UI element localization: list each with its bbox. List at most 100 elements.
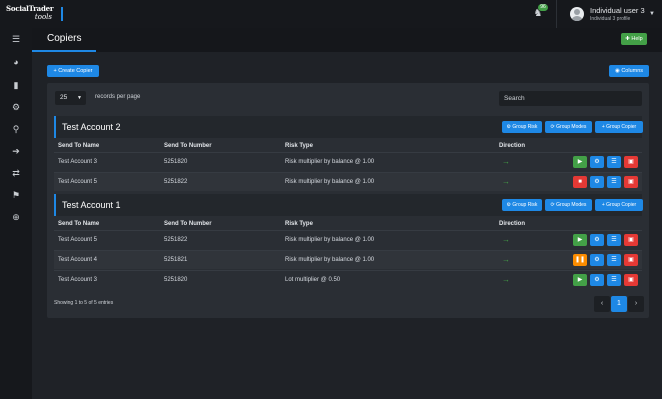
globe-icon[interactable]: ⊕ — [0, 210, 32, 224]
list-button[interactable]: ☰ — [607, 254, 621, 266]
list-button[interactable]: ☰ — [607, 176, 621, 188]
dashboard-icon[interactable]: ◕ — [0, 55, 32, 69]
settings-button[interactable]: ⚙ — [590, 156, 604, 168]
direction-arrow-icon: → — [502, 235, 510, 244]
table-row: Test Account 5 5251822 Risk multiplier b… — [54, 172, 642, 191]
search-input[interactable] — [499, 91, 642, 106]
column-header[interactable]: Direction — [499, 143, 525, 149]
help-button[interactable]: ✚ Help — [621, 33, 647, 45]
risk-type: Risk multiplier by balance @ 1.00 — [285, 159, 375, 165]
play-button[interactable]: ▶ — [573, 274, 587, 286]
list-button[interactable]: ☰ — [607, 274, 621, 286]
delete-button[interactable]: ▣ — [624, 156, 638, 168]
direction-arrow-icon: → — [502, 275, 510, 284]
logo-line2: tools — [34, 13, 52, 21]
send-to-number: 5251820 — [164, 159, 188, 165]
pagination-prev-button[interactable]: ‹ — [594, 296, 610, 312]
column-header[interactable]: Risk Type — [285, 221, 313, 227]
group-header: Test Account 1 ⚙ Group Risk ⟳ Group Mode… — [54, 194, 643, 216]
column-header[interactable]: Risk Type — [285, 143, 313, 149]
page-size-select[interactable]: 25 ▼ — [55, 91, 86, 105]
send-to-name: Test Account 3 — [58, 277, 98, 283]
delete-button[interactable]: ▣ — [624, 254, 638, 266]
page-title: Copiers — [47, 33, 82, 44]
table-row: Test Account 3 5251820 Risk multiplier b… — [54, 152, 642, 171]
send-to-number: 5251822 — [164, 237, 188, 243]
send-to-name: Test Account 4 — [58, 257, 98, 263]
group-modes-button[interactable]: ⟳ Group Modes — [545, 121, 592, 133]
risk-type: Risk multiplier by balance @ 1.00 — [285, 257, 375, 263]
top-bar — [0, 0, 662, 28]
group-modes-label: Group Modes — [556, 124, 587, 130]
play-button[interactable]: ▶ — [573, 234, 587, 246]
user-name[interactable]: Individual user 3 — [590, 6, 645, 15]
delete-button[interactable]: ▣ — [624, 274, 638, 286]
play-button[interactable]: ▶ — [573, 156, 587, 168]
send-to-number: 5251820 — [164, 277, 188, 283]
send-to-number: 5251822 — [164, 179, 188, 185]
column-header[interactable]: Direction — [499, 221, 525, 227]
sidebar: ☰ ◕ ▮ ⚙ ⚲ ➔ ⇄ ⚑ ⊕ — [0, 28, 32, 399]
risk-type: Risk multiplier by balance @ 1.00 — [285, 179, 375, 185]
pagination-next-button[interactable]: › — [628, 296, 644, 312]
entries-info: Showing 1 to 5 of 5 entries — [54, 300, 114, 306]
pause-button[interactable]: ❚❚ — [573, 254, 587, 266]
exchange-icon[interactable]: ⇄ — [0, 166, 32, 180]
direction-arrow-icon: → — [502, 157, 510, 166]
chevron-down-icon: ▼ — [77, 95, 82, 101]
table-header: Send To Name Send To Number Risk Type Di… — [54, 141, 642, 152]
logo[interactable]: SocialTrader tools — [6, 5, 66, 23]
group-risk-button[interactable]: ⚙ Group Risk — [502, 121, 542, 133]
group-copier-button[interactable]: + Group Copier — [595, 121, 643, 133]
table-row: Test Account 5 5251822 Risk multiplier b… — [54, 230, 642, 249]
help-label: Help — [631, 36, 643, 42]
logo-line1: SocialTrader — [6, 4, 54, 13]
avatar[interactable] — [570, 7, 584, 21]
notification-count-badge: 96 — [538, 4, 548, 11]
delete-button[interactable]: ▣ — [624, 234, 638, 246]
settings-button[interactable]: ⚙ — [590, 254, 604, 266]
column-header[interactable]: Send To Name — [58, 221, 99, 227]
arrow-right-icon[interactable]: ➔ — [0, 144, 32, 158]
list-button[interactable]: ☰ — [607, 156, 621, 168]
group-copier-button[interactable]: + Group Copier — [595, 199, 643, 211]
send-to-name: Test Account 3 — [58, 159, 98, 165]
hamburger-menu-icon[interactable]: ☰ — [0, 32, 32, 46]
group-modes-button[interactable]: ⟳ Group Modes — [545, 199, 592, 211]
stop-button[interactable]: ■ — [573, 176, 587, 188]
settings-button[interactable]: ⚙ — [590, 234, 604, 246]
send-to-name: Test Account 5 — [58, 179, 98, 185]
column-header[interactable]: Send To Name — [58, 143, 99, 149]
group-title: Test Account 2 — [62, 122, 121, 132]
chevron-down-icon[interactable]: ▼ — [649, 11, 655, 17]
columns-label: Columns — [621, 68, 644, 74]
settings-button[interactable]: ⚙ — [590, 274, 604, 286]
group-risk-button[interactable]: ⚙ Group Risk — [502, 199, 542, 211]
risk-type: Risk multiplier by balance @ 1.00 — [285, 237, 375, 243]
search-icon[interactable]: ⚲ — [0, 122, 32, 136]
risk-type: Lot multiplier @ 0.50 — [285, 277, 341, 283]
send-to-name: Test Account 5 — [58, 237, 98, 243]
direction-arrow-icon: → — [502, 255, 510, 264]
group-modes-label: Group Modes — [556, 202, 587, 208]
divider — [556, 0, 557, 28]
page-title-underline — [32, 50, 96, 52]
create-copier-button[interactable]: + Create Copier — [47, 65, 99, 77]
logo-bar — [61, 7, 63, 21]
list-button[interactable]: ☰ — [607, 234, 621, 246]
column-header[interactable]: Send To Number — [164, 143, 212, 149]
group-risk-label: Group Risk — [512, 124, 538, 130]
bar-chart-icon[interactable]: ▮ — [0, 78, 32, 92]
group-title: Test Account 1 — [62, 200, 121, 210]
column-header[interactable]: Send To Number — [164, 221, 212, 227]
pagination-page-button[interactable]: 1 — [611, 296, 627, 312]
settings-button[interactable]: ⚙ — [590, 176, 604, 188]
records-per-page-label: records per page — [95, 94, 141, 100]
columns-button[interactable]: ◉ Columns — [609, 65, 649, 77]
tag-icon[interactable]: ⚑ — [0, 188, 32, 202]
table-row: Test Account 4 5251821 Risk multiplier b… — [54, 250, 642, 269]
page-header — [32, 28, 662, 52]
delete-button[interactable]: ▣ — [624, 176, 638, 188]
send-to-number: 5251821 — [164, 257, 188, 263]
cogs-icon[interactable]: ⚙ — [0, 100, 32, 114]
